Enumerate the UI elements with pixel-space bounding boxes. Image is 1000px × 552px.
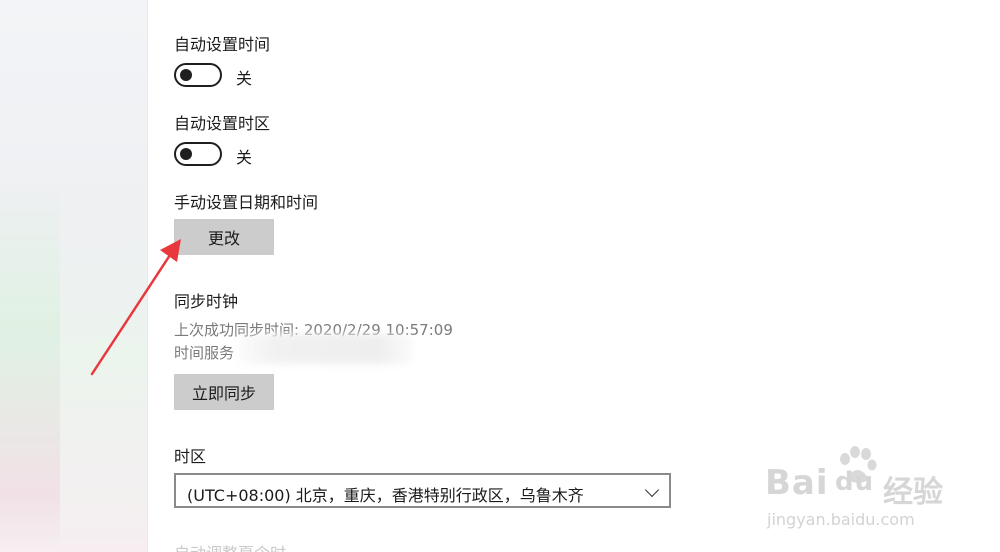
timezone-selected-value: (UTC+08:00) 北京，重庆，香港特别行政区，乌鲁木齐 xyxy=(187,486,584,505)
timezone-select[interactable]: (UTC+08:00) 北京，重庆，香港特别行政区，乌鲁木齐 xyxy=(174,473,671,508)
watermark-brand: Bai xyxy=(765,463,829,503)
dst-label: 自动调整夏令时 xyxy=(174,540,286,552)
chevron-down-icon xyxy=(644,482,660,498)
watermark-brand2: du xyxy=(835,467,875,497)
timezone-label: 时区 xyxy=(174,447,207,466)
baidu-watermark: Bai du 经验 jingyan.baidu.com xyxy=(765,445,965,535)
watermark-cn: 经验 xyxy=(883,475,943,510)
watermark-url: jingyan.baidu.com xyxy=(767,510,915,529)
annotation-arrow-icon xyxy=(90,239,181,376)
settings-window: 自动设置时间 关 自动设置时区 关 手动设置日期和时间 更改 同步时钟 上次成功… xyxy=(0,0,1000,552)
